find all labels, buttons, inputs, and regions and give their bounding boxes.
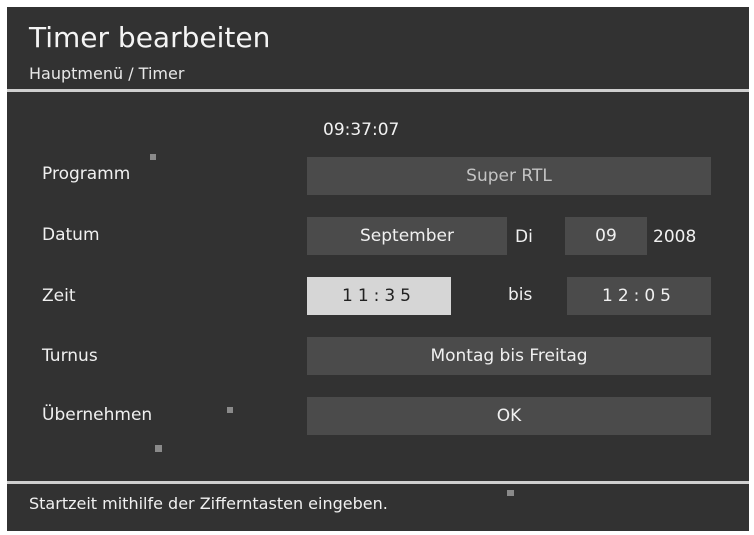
end-time-field[interactable]: 12:05 (567, 277, 711, 315)
noise-speck (155, 445, 162, 452)
weekday-text: Di (515, 227, 533, 247)
zeit-label: Zeit (42, 286, 76, 306)
footer-divider (7, 481, 749, 484)
day-field[interactable]: 09 (565, 217, 647, 255)
uebernehmen-label: Übernehmen (42, 405, 153, 425)
tv-menu-screen: Timer bearbeiten Hauptmenü / Timer 09:37… (7, 7, 749, 531)
programm-field[interactable]: Super RTL (307, 157, 711, 195)
start-time-field[interactable]: 11:35 (307, 277, 451, 315)
time-separator-text: bis (508, 285, 533, 305)
noise-speck (507, 490, 514, 496)
datum-label: Datum (42, 225, 100, 245)
page-title: Timer bearbeiten (29, 21, 271, 54)
breadcrumb: Hauptmenü / Timer (29, 64, 185, 83)
year-text: 2008 (653, 227, 697, 247)
help-hint: Startzeit mithilfe der Zifferntasten ein… (29, 494, 388, 513)
noise-speck (227, 407, 233, 413)
turnus-label: Turnus (42, 346, 98, 366)
turnus-field[interactable]: Montag bis Freitag (307, 337, 711, 375)
noise-speck (150, 154, 156, 160)
header-divider (7, 89, 749, 92)
month-field[interactable]: September (307, 217, 507, 255)
current-time: 09:37:07 (323, 120, 400, 140)
ok-button[interactable]: OK (307, 397, 711, 435)
programm-label: Programm (42, 164, 131, 184)
